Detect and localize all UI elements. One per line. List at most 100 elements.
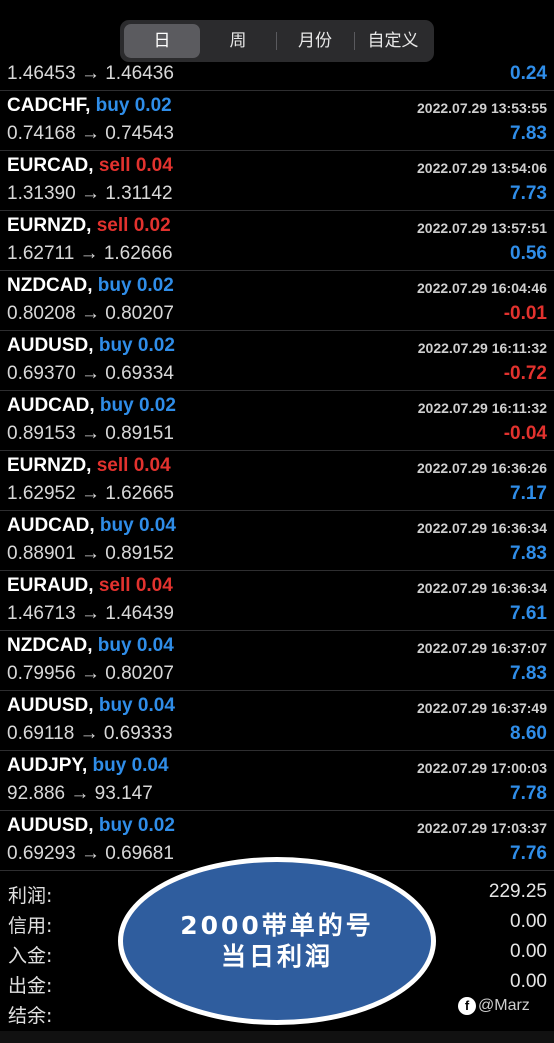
trade-profit: 7.83 [510,123,547,144]
trade-symbol: AUDJPY, buy 0.04 [7,755,169,777]
trade-symbol: EURNZD, sell 0.02 [7,215,171,237]
trade-time: 2022.07.29 16:36:34 [417,580,547,596]
annotation-oval: 2000带单的号 当日利润 [118,857,436,1025]
trade-profit: -0.01 [503,303,547,324]
trade-row[interactable]: EURNZD, sell 0.02 2022.07.29 13:57:51 1.62… [0,211,554,271]
trade-symbol-text: CADCHF, [7,95,91,116]
trade-time: 2022.07.29 17:03:37 [417,820,547,836]
trade-history-list[interactable]: 1.46453 → 1.46436 0.24 CADCHF, buy 0.02 2… [0,59,554,875]
tab-week[interactable]: 周 [200,24,276,58]
tab-day[interactable]: 日 [124,24,200,58]
trade-symbol: AUDUSD, buy 0.02 [7,335,175,357]
trade-side: buy 0.02 [95,95,172,116]
trade-symbol: EURNZD, sell 0.04 [7,455,171,477]
trade-row[interactable]: AUDUSD, buy 0.04 2022.07.29 16:37:49 0.691… [0,691,554,751]
trade-profit: 7.83 [510,543,547,564]
trade-prices: 1.46453 → 1.46436 [7,63,174,84]
annotation-line-2: 当日利润 [220,942,333,971]
summary-value: 229.25 [488,881,547,902]
trade-prices: 1.31390 → 1.31142 [7,183,173,204]
tab-custom[interactable]: 自定义 [355,24,431,58]
trade-symbol-text: AUDCAD, [7,515,95,536]
trade-symbol-text: EURCAD, [7,155,94,176]
summary-label: 结余: [8,1005,53,1027]
summary-value: 0.00 [510,941,547,962]
trade-row[interactable]: AUDCAD, buy 0.02 2022.07.29 16:11:32 0.891… [0,391,554,451]
trade-symbol-text: AUDJPY, [7,755,88,776]
trade-symbol: AUDCAD, buy 0.04 [7,515,176,537]
trade-row[interactable]: EURNZD, sell 0.04 2022.07.29 16:36:26 1.62… [0,451,554,511]
trade-symbol-text: EURNZD, [7,455,92,476]
trade-profit: 7.61 [510,603,547,624]
trade-side: buy 0.04 [99,515,176,536]
trade-profit: 7.76 [510,843,547,864]
summary-label: 出金: [8,975,53,997]
trade-prices: 0.74168 → 0.74543 [7,123,174,144]
trade-row[interactable]: EURAUD, sell 0.04 2022.07.29 16:36:34 1.46… [0,571,554,631]
trade-row[interactable]: NZDCAD, buy 0.02 2022.07.29 16:04:46 0.802… [0,271,554,331]
trade-row-partial[interactable]: 1.46453 → 1.46436 0.24 [0,59,554,91]
trade-symbol: EURAUD, sell 0.04 [7,575,173,597]
trade-side: sell 0.02 [96,215,171,236]
trade-prices: 1.46713 → 1.46439 [7,603,174,624]
trade-time: 2022.07.29 16:11:32 [417,340,547,356]
trade-symbol-text: EURNZD, [7,215,92,236]
trade-symbol: AUDCAD, buy 0.02 [7,395,176,417]
trade-symbol-text: AUDUSD, [7,695,94,716]
trade-time: 2022.07.29 16:04:46 [417,280,547,296]
trade-profit: 0.56 [510,243,547,264]
annotation-line-1: 2000带单的号 [180,911,374,940]
summary-label: 利润: [8,885,53,907]
trade-symbol-text: AUDUSD, [7,335,94,356]
trade-time: 2022.07.29 16:37:07 [417,640,547,656]
trade-row[interactable]: NZDCAD, buy 0.04 2022.07.29 16:37:07 0.799… [0,631,554,691]
trade-profit: -0.04 [503,423,547,444]
trade-side: sell 0.04 [98,575,173,596]
trade-symbol-text: AUDCAD, [7,395,95,416]
trade-time: 2022.07.29 16:36:34 [417,520,547,536]
summary-label: 信用: [8,915,53,937]
trade-profit: 7.73 [510,183,547,204]
period-segmented-control: 日 周 月份 自定义 [120,20,434,62]
trade-profit: 8.60 [510,723,547,744]
trade-row[interactable]: AUDJPY, buy 0.04 2022.07.29 17:00:03 92.88… [0,751,554,811]
trade-symbol: EURCAD, sell 0.04 [7,155,173,177]
trade-side: buy 0.04 [97,635,174,656]
trade-prices: 0.89153 → 0.89151 [7,423,174,444]
trade-side: buy 0.02 [99,395,176,416]
trade-time: 2022.07.29 17:00:03 [417,760,547,776]
trade-side: buy 0.02 [98,335,175,356]
summary-label: 入金: [8,945,53,967]
trade-side: buy 0.04 [92,755,169,776]
trade-time: 2022.07.29 13:54:06 [417,160,547,176]
trade-prices: 1.62711 → 1.62666 [7,243,173,264]
trade-time: 2022.07.29 16:11:32 [417,400,547,416]
annotation-text: 2000带单的号 当日利润 [123,910,431,972]
trade-symbol-text: EURAUD, [7,575,94,596]
trade-profit: -0.72 [503,363,547,384]
trade-time: 2022.07.29 16:37:49 [417,700,547,716]
trade-time: 2022.07.29 13:53:55 [417,100,547,116]
trade-prices: 92.886 → 93.147 [7,783,153,804]
trade-time: 2022.07.29 16:36:26 [417,460,547,476]
platform-logo-icon: f [458,997,476,1015]
trade-prices: 0.69370 → 0.69334 [7,363,174,384]
trade-row[interactable]: AUDUSD, buy 0.02 2022.07.29 16:11:32 0.693… [0,331,554,391]
trade-prices: 0.79956 → 0.80207 [7,663,174,684]
trade-row[interactable]: AUDCAD, buy 0.04 2022.07.29 16:36:34 0.889… [0,511,554,571]
trade-symbol: NZDCAD, buy 0.04 [7,635,174,657]
summary-value: 0.00 [510,971,547,992]
trade-profit: 7.78 [510,783,547,804]
tab-month[interactable]: 月份 [277,24,353,58]
trade-profit: 7.83 [510,663,547,684]
bottom-toolbar-edge [0,1031,554,1043]
watermark: f @Marz [458,997,550,1021]
trade-symbol: CADCHF, buy 0.02 [7,95,172,117]
trade-row[interactable]: CADCHF, buy 0.02 2022.07.29 13:53:55 0.741… [0,91,554,151]
trade-symbol: NZDCAD, buy 0.02 [7,275,174,297]
trade-profit: 7.17 [510,483,547,504]
trade-prices: 0.69118 → 0.69333 [7,723,173,744]
trade-side: buy 0.04 [98,695,175,716]
trade-symbol-text: NZDCAD, [7,275,93,296]
trade-row[interactable]: EURCAD, sell 0.04 2022.07.29 13:54:06 1.31… [0,151,554,211]
